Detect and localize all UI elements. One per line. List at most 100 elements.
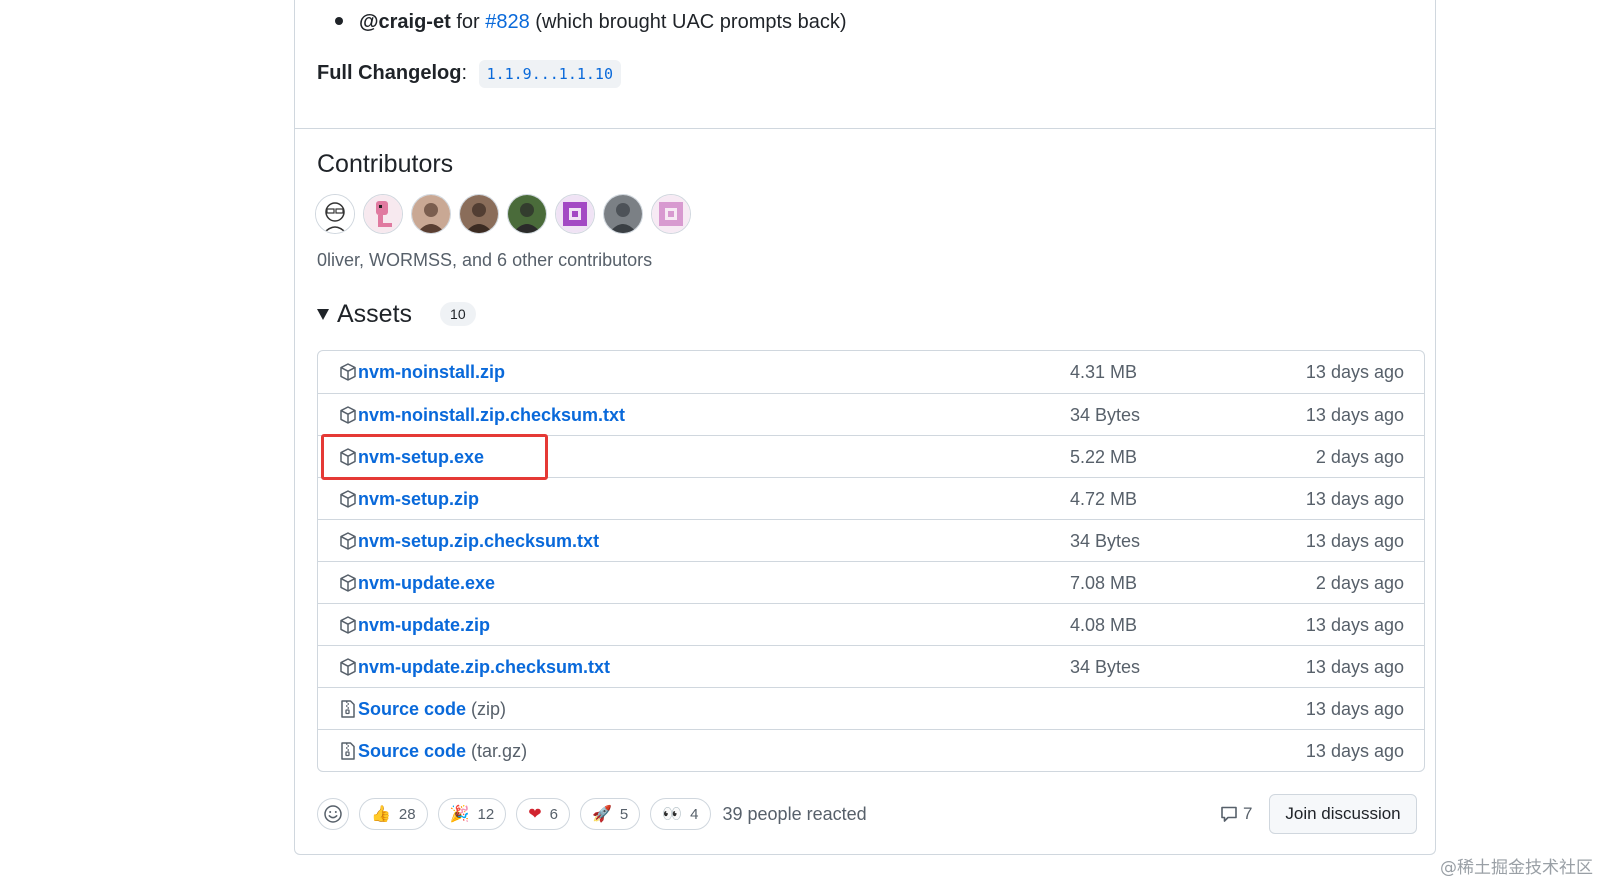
asset-format: (zip): [471, 698, 507, 719]
reaction-thumbs-up[interactable]: 👍 28: [359, 798, 428, 830]
asset-date: 2 days ago: [1315, 447, 1404, 467]
contributor-note: @craig-et for #828 (which brought UAC pr…: [335, 8, 847, 36]
asset-row: nvm-setup.zip.checksum.txt 34 Bytes 13 day…: [318, 519, 1424, 561]
asset-date: 13 days ago: [1305, 615, 1404, 635]
reactions-summary: 39 people reacted: [722, 803, 867, 824]
package-icon: [340, 406, 356, 424]
contributors-summary[interactable]: 0liver, WORMSS, and 6 other contributors: [317, 248, 652, 272]
asset-link[interactable]: Source code (zip): [338, 688, 506, 730]
asset-size: 34 Bytes: [1070, 531, 1141, 551]
asset-row: Source code (tar.gz) 13 days ago: [318, 729, 1424, 771]
asset-link[interactable]: nvm-update.zip: [338, 604, 490, 646]
reaction-count: 12: [477, 805, 495, 823]
asset-link[interactable]: Source code (tar.gz): [338, 730, 527, 772]
watermark: @稀土掘金技术社区: [1440, 858, 1593, 878]
avatar-image: [508, 195, 546, 233]
avatar-wormss[interactable]: [363, 194, 403, 234]
asset-date: 13 days ago: [1305, 489, 1404, 509]
package-icon: [340, 490, 356, 508]
comments-count[interactable]: 7: [1219, 798, 1252, 830]
contributors-heading: Contributors: [317, 150, 454, 178]
avatar-contributor-3[interactable]: [411, 194, 451, 234]
pr-description: (which brought UAC prompts back): [535, 11, 847, 33]
pr-link[interactable]: #828: [485, 11, 530, 33]
rocket-icon: 🚀: [591, 806, 612, 823]
reaction-count: 28: [398, 805, 416, 823]
asset-row: nvm-update.zip 4.08 MB 13 days ago: [318, 603, 1424, 645]
package-icon: [340, 448, 356, 466]
reaction-count: 6: [549, 805, 558, 823]
comment-icon: [1221, 806, 1237, 822]
asset-date: 13 days ago: [1305, 405, 1404, 425]
changelog-label: Full Changelog: [317, 62, 462, 84]
reaction-tada[interactable]: 🎉 12: [437, 798, 507, 830]
asset-row: nvm-noinstall.zip.checksum.txt 34 Bytes 13…: [318, 393, 1424, 435]
reaction-rocket[interactable]: 🚀 5: [579, 798, 641, 830]
avatar-image: [412, 195, 450, 233]
asset-name: nvm-update.exe: [358, 572, 496, 593]
avatar-image: [604, 195, 642, 233]
smiley-icon: [324, 805, 342, 823]
asset-name: Source code: [358, 698, 467, 719]
asset-link[interactable]: nvm-noinstall.zip.checksum.txt: [338, 394, 625, 436]
asset-name: Source code: [358, 740, 467, 761]
avatar-contributor-8[interactable]: [651, 194, 691, 234]
asset-link[interactable]: nvm-noinstall.zip: [338, 351, 505, 393]
asset-date: 13 days ago: [1305, 362, 1404, 382]
avatar-image: [364, 195, 402, 233]
asset-row: nvm-update.zip.checksum.txt 34 Bytes 13 da…: [318, 645, 1424, 687]
asset-row: nvm-noinstall.zip 4.31 MB 13 days ago: [318, 351, 1424, 393]
asset-link[interactable]: nvm-setup.zip: [338, 478, 479, 520]
asset-date: 13 days ago: [1305, 657, 1404, 677]
bullet-icon: [335, 16, 343, 25]
triangle-down-icon: [317, 308, 329, 320]
avatar-image: [652, 195, 690, 233]
asset-size: 4.72 MB: [1070, 489, 1138, 509]
asset-name: nvm-noinstall.zip: [358, 361, 506, 382]
asset-row: nvm-setup.zip 4.72 MB 13 days ago: [318, 477, 1424, 519]
heart-icon: ❤: [528, 806, 542, 823]
package-icon: [340, 363, 356, 381]
asset-size: 4.31 MB: [1070, 362, 1138, 382]
avatar-contributor-6[interactable]: [555, 194, 595, 234]
reaction-heart[interactable]: ❤ 6: [516, 798, 570, 830]
avatar-image: [460, 195, 498, 233]
avatar-image: [316, 195, 354, 233]
reaction-eyes[interactable]: 👀 4: [650, 798, 711, 830]
asset-name: nvm-setup.exe: [358, 446, 485, 467]
asset-date: 13 days ago: [1305, 741, 1404, 761]
reactions-bar: 👍 28 🎉 12 ❤ 6 🚀 5 👀 4 39 people reacted: [317, 796, 867, 832]
full-changelog: Full Changelog: 1.1.9...1.1.10: [317, 58, 621, 88]
asset-row: nvm-setup.exe 5.22 MB 2 days ago: [318, 435, 1424, 477]
asset-format: (tar.gz): [471, 740, 528, 761]
asset-name: nvm-update.zip.checksum.txt: [358, 656, 611, 677]
asset-link[interactable]: nvm-update.exe: [338, 562, 495, 604]
asset-date: 13 days ago: [1305, 531, 1404, 551]
avatar-contributor-5[interactable]: [507, 194, 547, 234]
asset-link[interactable]: nvm-setup.exe: [338, 436, 484, 478]
avatar-image: [556, 195, 594, 233]
avatar-0liver[interactable]: [315, 194, 355, 234]
thumbs-up-icon: 👍: [371, 806, 391, 823]
asset-date: 13 days ago: [1305, 699, 1404, 719]
add-reaction-button[interactable]: [317, 798, 349, 830]
asset-name: nvm-setup.zip: [358, 488, 480, 509]
asset-size: 7.08 MB: [1070, 573, 1138, 593]
asset-link[interactable]: nvm-setup.zip.checksum.txt: [338, 520, 599, 562]
asset-row: Source code (zip) 13 days ago: [318, 687, 1424, 729]
assets-heading: Assets: [337, 299, 413, 328]
reaction-count: 5: [619, 805, 629, 823]
changelog-compare-link[interactable]: 1.1.9...1.1.10: [478, 59, 621, 88]
assets-toggle[interactable]: Assets 10: [317, 296, 476, 332]
assets-count-badge: 10: [440, 302, 476, 326]
release-notes: @craig-et for #828 (which brought UAC pr…: [295, 0, 1435, 129]
contributor-avatars: [315, 194, 691, 236]
avatar-contributor-7[interactable]: [603, 194, 643, 234]
asset-link[interactable]: nvm-update.zip.checksum.txt: [338, 646, 610, 688]
avatar-contributor-4[interactable]: [459, 194, 499, 234]
user-mention-link[interactable]: @craig-et: [359, 11, 451, 33]
package-icon: [340, 574, 356, 592]
assets-list: nvm-noinstall.zip 4.31 MB 13 days ago nvm-n…: [317, 350, 1425, 772]
join-discussion-button[interactable]: Join discussion: [1269, 794, 1417, 834]
release-card: @craig-et for #828 (which brought UAC pr…: [294, 0, 1436, 855]
